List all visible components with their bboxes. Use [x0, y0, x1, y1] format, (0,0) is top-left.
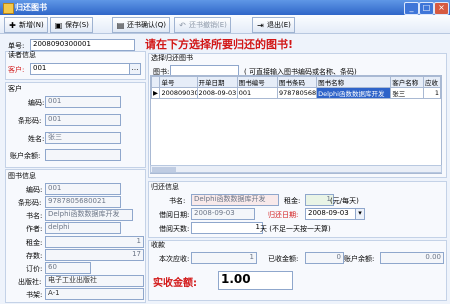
exit-icon: ⇥	[257, 20, 264, 30]
column-barcode[interactable]: 图书条码	[276, 76, 318, 88]
charge-group	[148, 240, 447, 301]
return-book-title-label: 书名:	[169, 197, 186, 205]
customer-label: 客户:	[8, 66, 25, 74]
column-date[interactable]: 开单日期	[196, 76, 238, 88]
window-title: 归还图书	[15, 3, 47, 12]
customer-group-title: 客户	[8, 85, 22, 93]
instruction-text: 请在下方选择所要归还的图书!	[145, 38, 294, 51]
undo-icon: ↶	[179, 20, 186, 30]
floppy-icon: ▣	[54, 20, 63, 30]
exit-button[interactable]: ⇥ 退出(E)	[252, 17, 295, 33]
column-order[interactable]: 单号	[159, 76, 198, 88]
borrow-date-label: 借阅日期:	[159, 211, 190, 219]
borrow-date-field[interactable]: 2008-09-03	[191, 208, 255, 220]
received-label: 已收金额:	[268, 255, 299, 263]
due-label: 本次应收:	[159, 255, 190, 263]
customer-barcode-field[interactable]: 001	[45, 114, 121, 126]
row-indicator: ▶	[151, 87, 161, 99]
column-title[interactable]: 图书名称	[316, 76, 392, 88]
customer-name-field[interactable]: 张三	[45, 132, 121, 144]
cancel-return-button[interactable]: ↶ 还书撤销(E)	[174, 17, 231, 33]
return-info-title: 归还信息	[151, 183, 179, 191]
confirm-return-button[interactable]: ▤ 还书确认(Q)	[112, 17, 170, 33]
book-info-title: 图书信息	[8, 172, 36, 180]
save-button[interactable]: ▣ 保存(S)	[50, 17, 93, 33]
due-field[interactable]: 1	[191, 252, 257, 264]
book-title-field[interactable]: Delphi函数数据库开发	[45, 209, 133, 221]
book-icon: ▤	[116, 20, 125, 30]
book-id-field[interactable]: 001	[45, 183, 121, 195]
order-number-field[interactable]: 2008090300001	[30, 39, 135, 51]
cell-book-id[interactable]: 001	[236, 87, 278, 99]
calendar-dropdown-icon[interactable]: ▾	[355, 208, 365, 220]
account-balance-field[interactable]	[45, 149, 121, 161]
cell-order[interactable]: 2008090300001	[159, 87, 198, 99]
actual-amount-label: 实收金额:	[153, 278, 197, 289]
book-id-label: 编码:	[26, 186, 43, 194]
cell-date[interactable]: 2008-09-03	[196, 87, 238, 99]
charge-group-title: 收款	[151, 241, 165, 249]
column-customer[interactable]: 客户名称	[390, 76, 425, 88]
book-stock-label: 存数:	[26, 252, 43, 260]
grid-header-row: 单号 开单日期 图书编号 图书条码 图书名称 客户名称 应收	[151, 76, 441, 88]
book-rent-field[interactable]: 1	[45, 236, 144, 248]
publisher-label: 出版社:	[18, 278, 42, 286]
grid-row-indicator-header	[151, 76, 161, 88]
cell-customer[interactable]: 张三	[390, 87, 425, 99]
close-button[interactable]: ×	[434, 2, 449, 15]
horizontal-scrollbar[interactable]	[150, 165, 442, 173]
title-bar: 归还图书 _ □ ×	[0, 0, 450, 15]
customer-id-field[interactable]: 001	[45, 96, 121, 108]
rent-unit-text: (元/每天)	[330, 197, 359, 205]
borrow-days-field[interactable]: 1	[191, 222, 263, 234]
book-title-label: 书名:	[26, 212, 43, 220]
book-stock-field[interactable]: 17	[45, 249, 144, 261]
return-rent-label: 租金:	[284, 197, 301, 205]
return-grid[interactable]: 单号 开单日期 图书编号 图书条码 图书名称 客户名称 应收 ▶ 2008090…	[150, 75, 442, 174]
book-barcode-field[interactable]: 9787805680021	[45, 196, 121, 208]
cell-due[interactable]: 1	[423, 87, 441, 99]
shelf-label: 书架:	[26, 291, 43, 299]
shelf-field[interactable]: A-1	[45, 288, 144, 300]
column-book-id[interactable]: 图书编号	[236, 76, 278, 88]
publisher-field[interactable]: 电子工业出版社	[45, 275, 144, 287]
book-author-label: 作者:	[26, 225, 43, 233]
customer-browse-button[interactable]: …	[129, 63, 141, 75]
book-price-label: 订价:	[26, 265, 43, 273]
book-price-field[interactable]: 60	[45, 262, 91, 274]
borrow-days-unit: 天 (不足一天按一天算)	[260, 225, 331, 233]
customer-field[interactable]: 001	[30, 63, 134, 75]
account-balance-label: 账户余额:	[10, 152, 41, 160]
toolbar: ✚ 新增(N) ▣ 保存(S) ▤ 还书确认(Q) ↶ 还书撤销(E) ⇥ 退出(E)	[0, 15, 450, 34]
reader-info-title: 读者信息	[8, 51, 36, 59]
book-author-field[interactable]: delphi	[45, 222, 121, 234]
actual-amount-field[interactable]: 1.00	[218, 271, 293, 290]
app-icon	[3, 3, 14, 14]
maximize-button[interactable]: □	[419, 2, 434, 15]
customer-id-label: 编码:	[28, 99, 45, 107]
borrow-days-label: 借阅天数:	[159, 225, 190, 233]
charge-balance-label: 账户余额:	[344, 255, 375, 263]
return-date-field[interactable]: 2008-09-03	[305, 208, 361, 220]
plus-icon: ✚	[9, 20, 16, 30]
return-date-label: 归还日期:	[268, 211, 299, 219]
book-rent-label: 租金:	[26, 239, 43, 247]
received-field[interactable]: 0	[305, 252, 344, 264]
customer-name-label: 姓名:	[28, 135, 45, 143]
new-button[interactable]: ✚ 新增(N)	[4, 17, 48, 33]
cell-barcode[interactable]: 9787805680021	[276, 87, 318, 99]
customer-barcode-label: 条形码:	[18, 117, 42, 125]
charge-balance-field[interactable]: 0.00	[380, 252, 444, 264]
table-row[interactable]: ▶ 2008090300001 2008-09-03 001 978780568…	[151, 87, 441, 99]
book-barcode-label: 条形码:	[18, 199, 42, 207]
return-book-title-field[interactable]: Delphi函数数据库开发	[191, 194, 279, 206]
column-due[interactable]: 应收	[423, 76, 441, 88]
selection-group-title: 选择归还图书	[151, 54, 193, 62]
scrollbar-thumb[interactable]	[152, 167, 176, 172]
cell-title[interactable]: Delphi函数数据库开发	[316, 87, 392, 99]
minimize-button[interactable]: _	[404, 2, 419, 15]
